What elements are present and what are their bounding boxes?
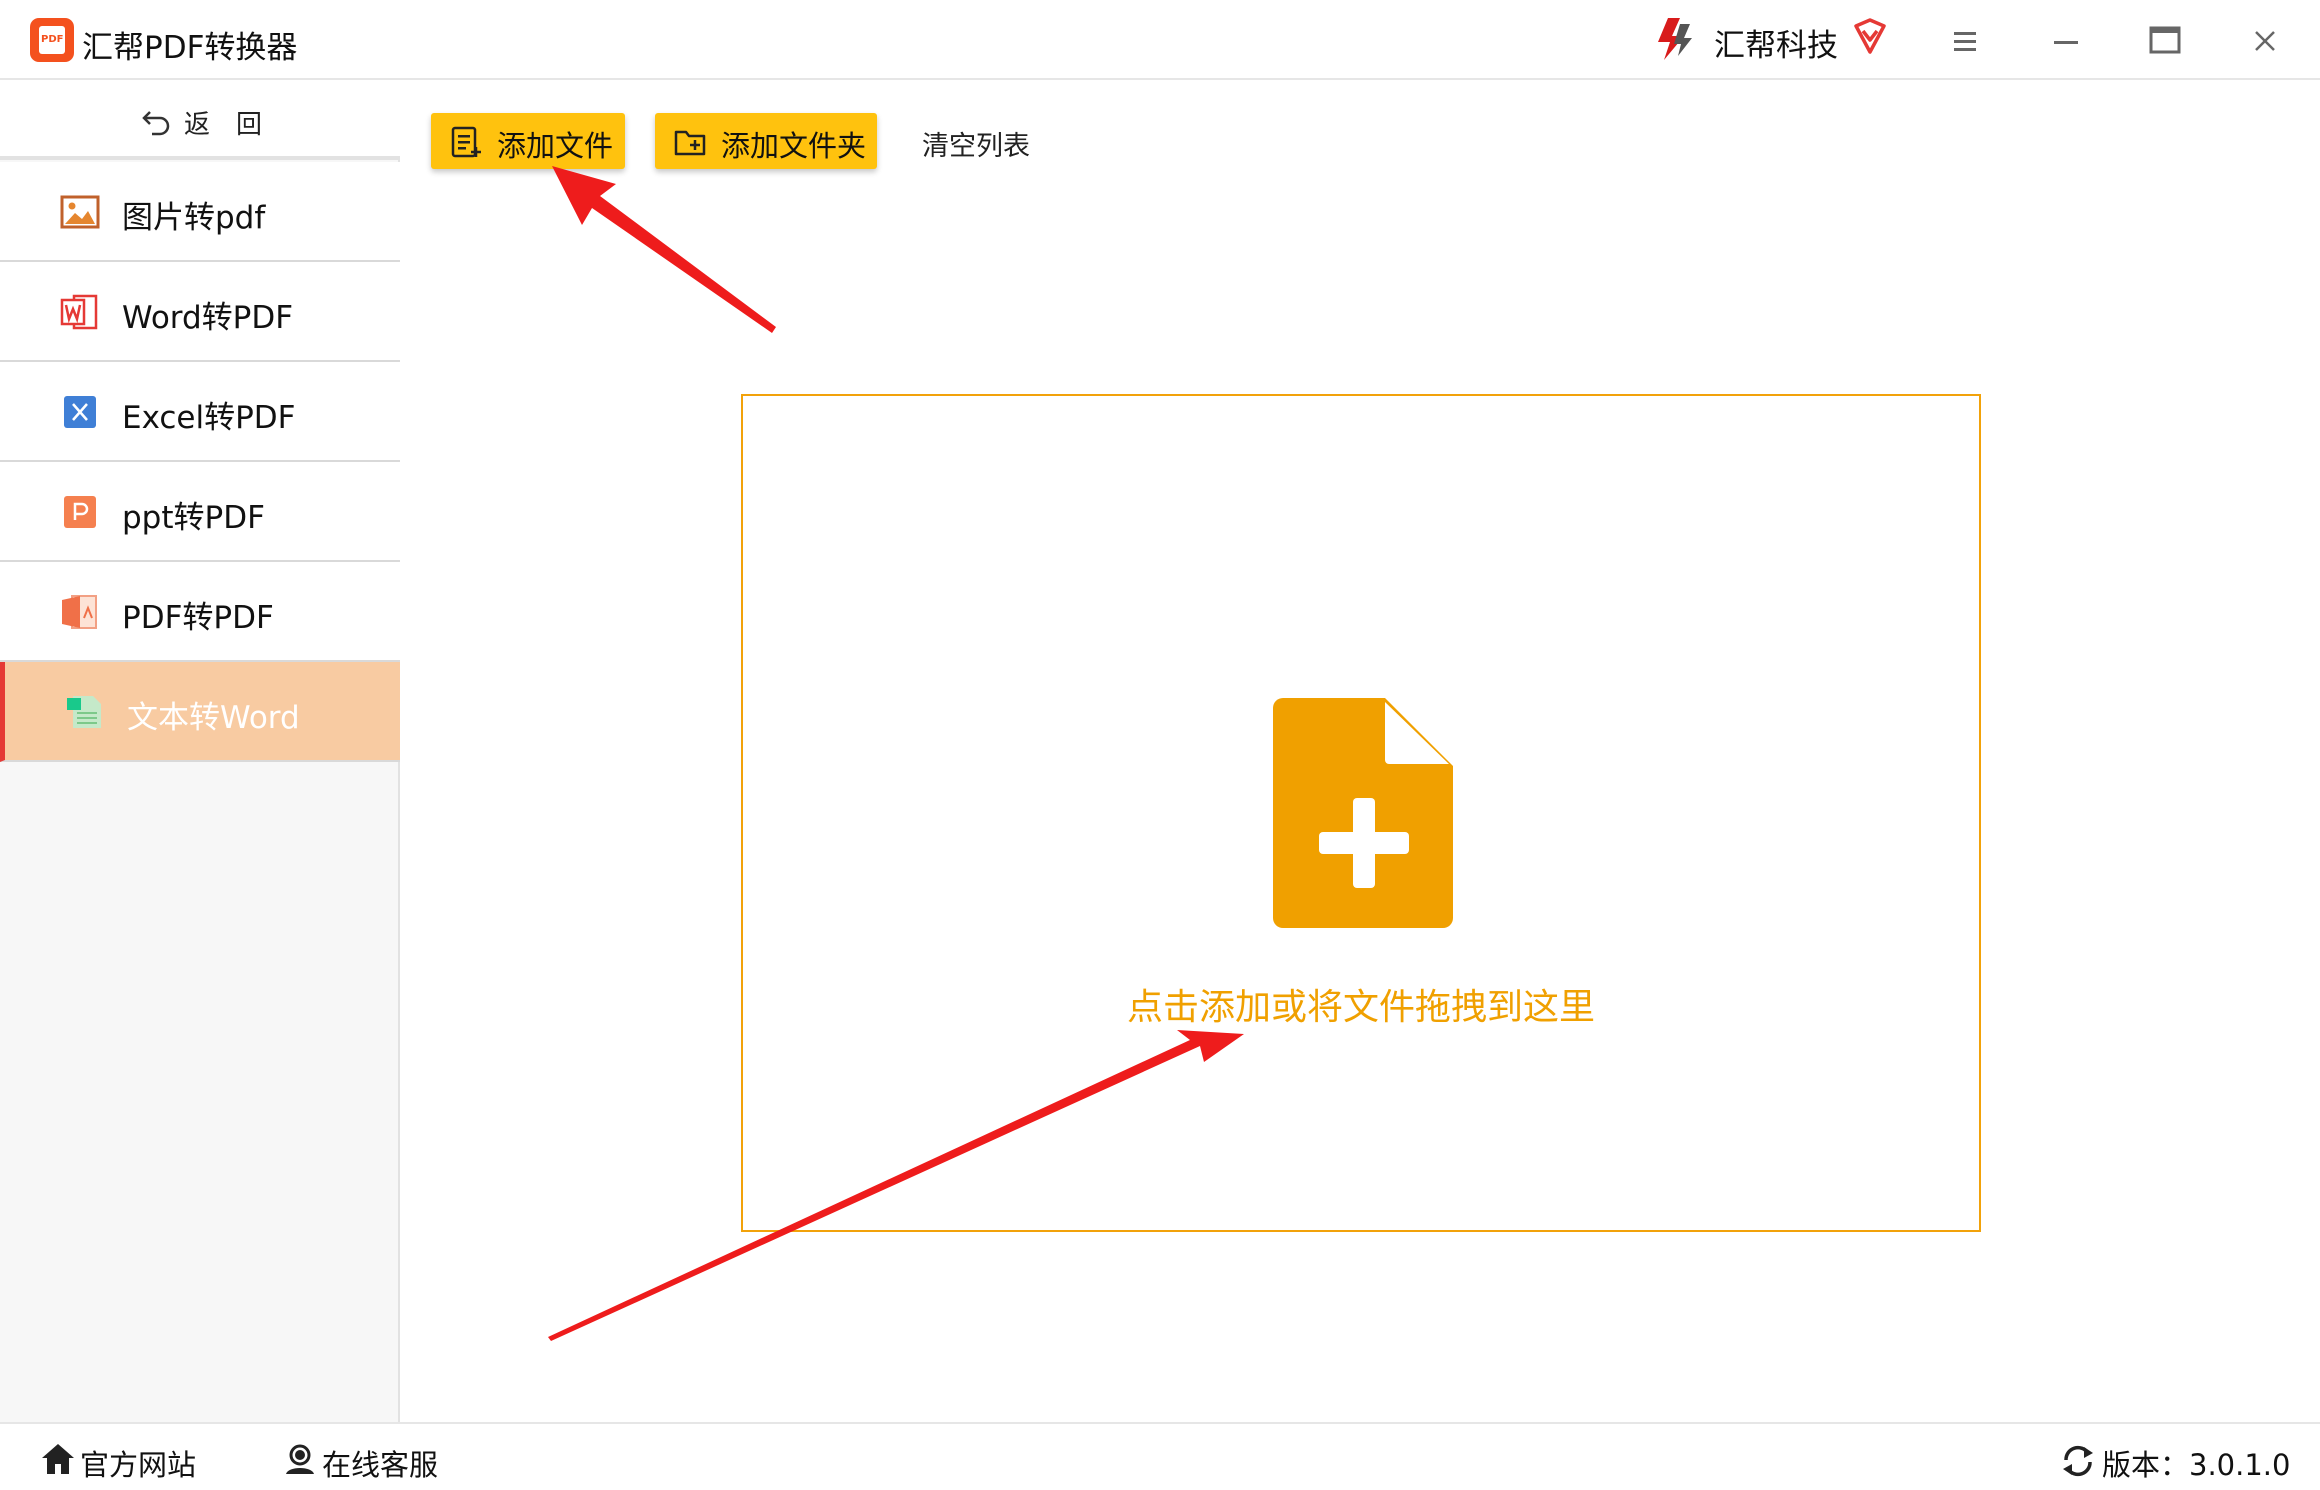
brand-logo-icon bbox=[1658, 18, 1692, 60]
back-arrow-icon bbox=[142, 111, 170, 136]
file-drop-zone[interactable]: 点击添加或将文件拖拽到这里 bbox=[741, 394, 1981, 1232]
sidebar-item-label: 文本转Word bbox=[127, 700, 300, 736]
status-bar: 官方网站 在线客服 版本：3.0.1.0 bbox=[0, 1422, 2320, 1490]
sidebar-item-image-to-pdf[interactable]: 图片转pdf bbox=[0, 162, 400, 262]
image-icon bbox=[60, 195, 100, 229]
text-file-icon bbox=[67, 696, 101, 728]
official-website-link[interactable]: 官方网站 bbox=[40, 1440, 210, 1482]
word-icon bbox=[60, 294, 98, 330]
title-bar: PDF 汇帮PDF转换器 汇帮科技 bbox=[0, 0, 2320, 80]
annotation-arrow-to-add-file bbox=[552, 166, 776, 333]
refresh-icon bbox=[2063, 1445, 2093, 1477]
add-file-button[interactable]: 添加文件 bbox=[431, 113, 625, 169]
online-support-link[interactable]: 在线客服 bbox=[282, 1440, 452, 1482]
sidebar: 返回 图片转pdf Word转PDF Excel转PDF ppt转PDF PDF… bbox=[0, 82, 400, 1422]
back-button[interactable]: 返回 bbox=[0, 82, 400, 160]
maximize-icon[interactable] bbox=[2142, 18, 2188, 64]
menu-icon[interactable] bbox=[1942, 18, 1988, 64]
sidebar-item-label: Word转PDF bbox=[122, 300, 294, 336]
sidebar-item-label: 图片转pdf bbox=[122, 200, 266, 236]
app-title: 汇帮PDF转换器 bbox=[82, 30, 298, 66]
official-website-label: 官方网站 bbox=[80, 1448, 197, 1482]
add-file-icon bbox=[451, 126, 481, 158]
sidebar-item-word-to-pdf[interactable]: Word转PDF bbox=[0, 262, 400, 362]
version-info[interactable]: 版本：3.0.1.0 bbox=[2060, 1440, 2300, 1482]
sidebar-item-text-to-word[interactable]: 文本转Word bbox=[0, 662, 400, 762]
clear-list-link[interactable]: 清空列表 bbox=[922, 124, 1030, 163]
vip-diamond-icon[interactable] bbox=[1850, 16, 1890, 56]
add-file-label: 添加文件 bbox=[497, 129, 614, 163]
close-icon[interactable] bbox=[2242, 18, 2288, 64]
pdf-icon bbox=[62, 595, 97, 629]
version-label: 版本：3.0.1.0 bbox=[2102, 1448, 2291, 1482]
sidebar-item-pdf-to-pdf[interactable]: PDF转PDF bbox=[0, 562, 400, 662]
app-logo: PDF bbox=[30, 18, 74, 62]
add-folder-label: 添加文件夹 bbox=[721, 129, 867, 163]
excel-icon bbox=[64, 396, 96, 428]
file-add-icon bbox=[1273, 698, 1453, 928]
drop-zone-hint: 点击添加或将文件拖拽到这里 bbox=[1126, 987, 1595, 1028]
add-folder-icon bbox=[674, 130, 706, 156]
sidebar-item-label: Excel转PDF bbox=[122, 400, 296, 436]
home-icon bbox=[42, 1444, 74, 1474]
minimize-icon[interactable] bbox=[2043, 18, 2089, 64]
sidebar-item-label: ppt转PDF bbox=[122, 500, 265, 536]
brand-name: 汇帮科技 bbox=[1714, 28, 1838, 64]
ppt-icon bbox=[64, 496, 96, 528]
add-folder-button[interactable]: 添加文件夹 bbox=[655, 113, 877, 169]
sidebar-item-excel-to-pdf[interactable]: Excel转PDF bbox=[0, 362, 400, 462]
sidebar-item-label: PDF转PDF bbox=[122, 600, 274, 636]
sidebar-item-ppt-to-pdf[interactable]: ppt转PDF bbox=[0, 462, 400, 562]
customer-service-icon bbox=[286, 1444, 314, 1474]
back-label: 返回 bbox=[184, 110, 289, 140]
online-support-label: 在线客服 bbox=[322, 1448, 439, 1482]
